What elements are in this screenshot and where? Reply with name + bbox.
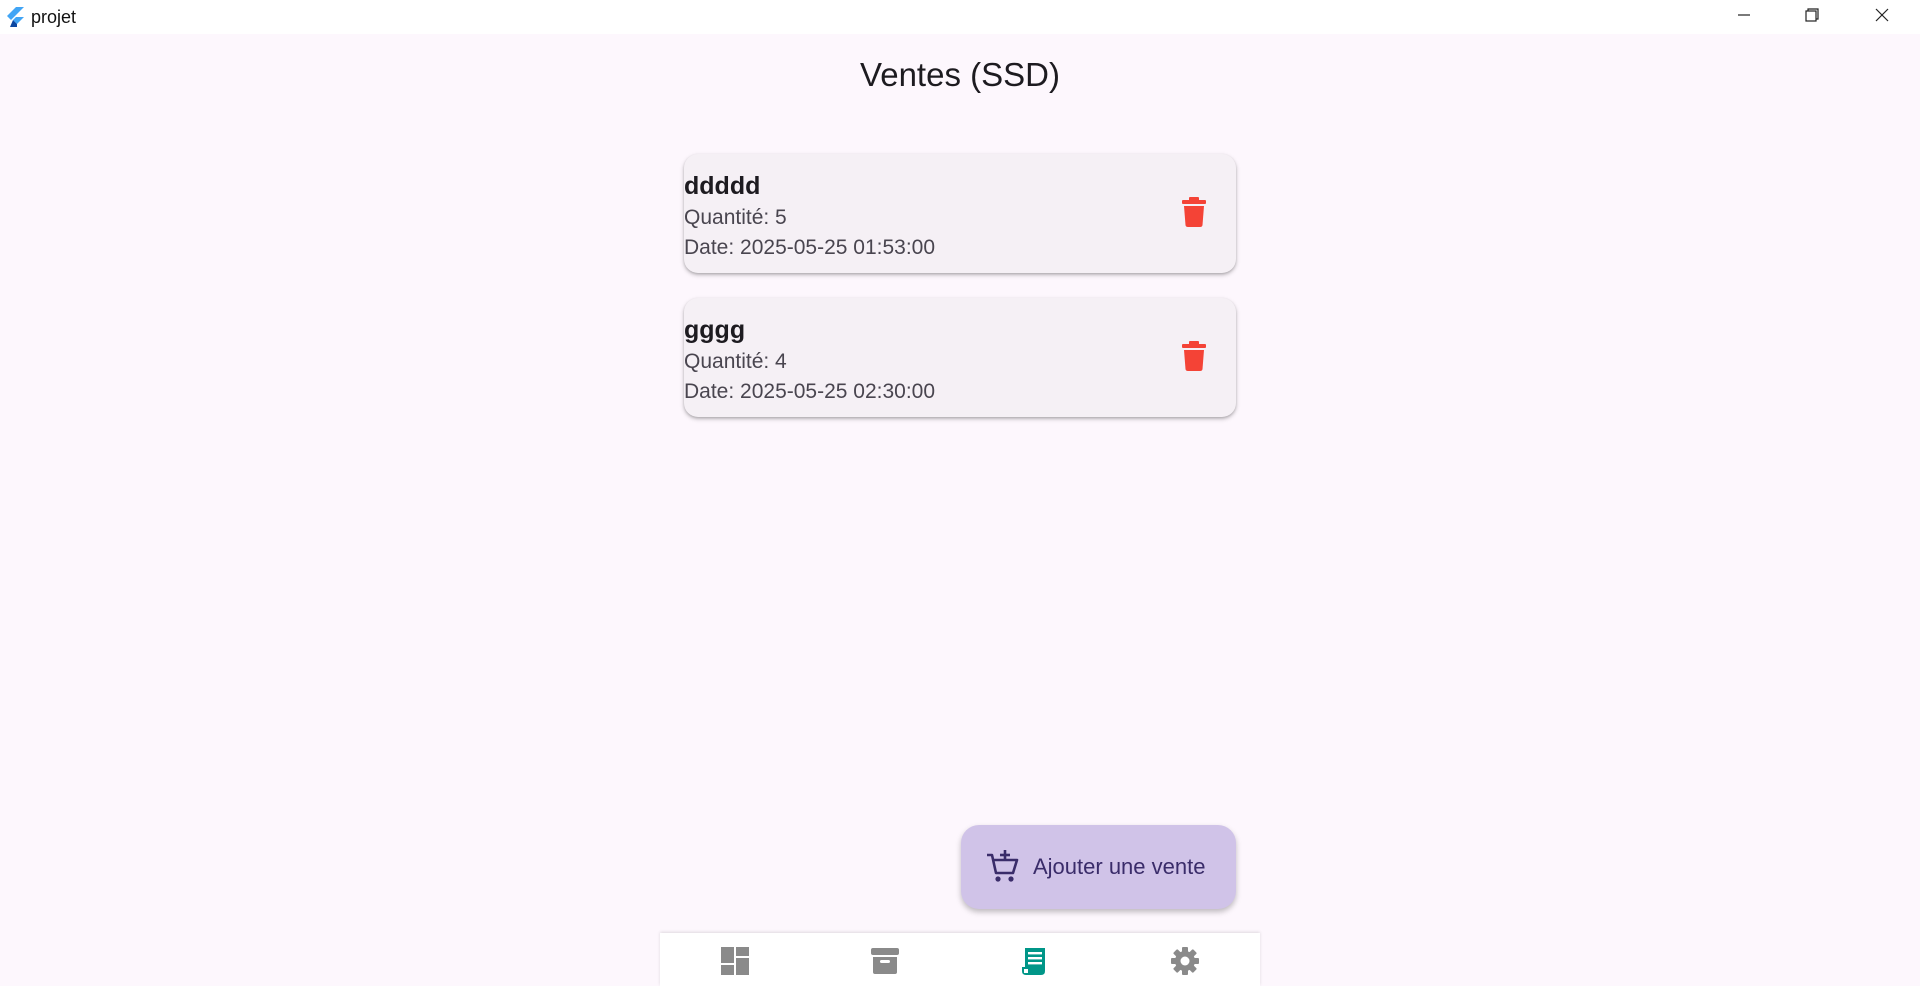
nav-dashboard[interactable]	[715, 943, 755, 983]
add-sale-label: Ajouter une vente	[1033, 854, 1206, 879]
sale-card: gggg Quantité: 4 Date: 2025-05-25 02:30:…	[684, 298, 1236, 417]
page-title: Ventes (SSD)	[860, 56, 1060, 93]
delete-sale-button[interactable]	[1174, 338, 1214, 378]
settings-gear-icon	[1170, 946, 1200, 981]
window-title: projet	[31, 7, 77, 27]
nav-settings[interactable]	[1165, 943, 1205, 983]
dashboard-icon	[720, 946, 750, 981]
bottom-navigation	[660, 933, 1260, 986]
add-to-cart-icon	[985, 849, 1021, 885]
inventory-archive-icon	[870, 946, 900, 981]
sale-name: gggg	[684, 316, 746, 344]
receipt-icon	[1020, 946, 1050, 981]
sale-quantity: Quantité: 4	[684, 350, 787, 373]
minimize-button[interactable]	[1710, 0, 1778, 34]
close-window-button[interactable]	[1848, 0, 1916, 34]
trash-icon	[1181, 196, 1207, 232]
sale-quantity: Quantité: 5	[684, 206, 787, 229]
trash-icon	[1181, 340, 1207, 376]
restore-icon	[1804, 7, 1820, 28]
add-sale-button[interactable]: Ajouter une vente	[961, 825, 1236, 909]
flutter-logo-icon	[4, 6, 26, 28]
nav-inventory[interactable]	[865, 943, 905, 983]
delete-sale-button[interactable]	[1174, 194, 1214, 234]
sale-date: Date: 2025-05-25 01:53:00	[684, 236, 936, 259]
sale-name: ddddd	[684, 172, 761, 200]
nav-sales[interactable]	[1015, 943, 1055, 983]
window-titlebar: projet	[0, 0, 1920, 34]
sale-date: Date: 2025-05-25 02:30:00	[684, 380, 936, 403]
sale-card: ddddd Quantité: 5 Date: 2025-05-25 01:53…	[684, 154, 1236, 273]
minimize-icon	[1736, 7, 1752, 28]
close-icon	[1874, 7, 1890, 28]
restore-button[interactable]	[1778, 0, 1846, 34]
